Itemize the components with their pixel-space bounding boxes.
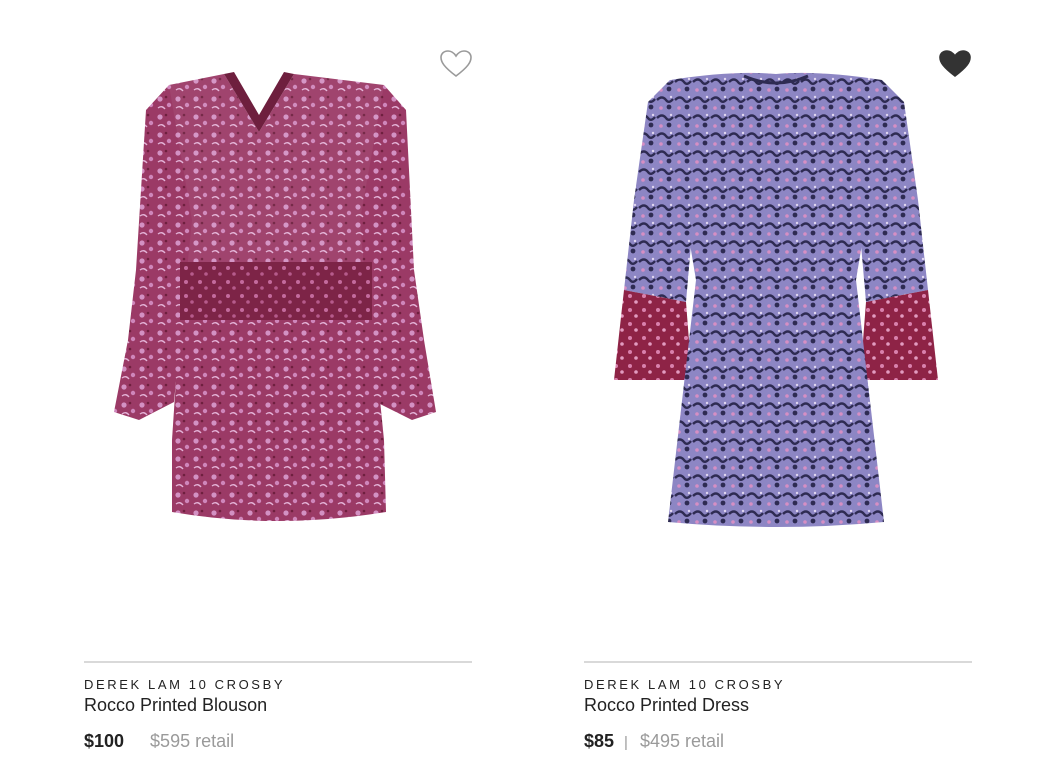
product-name[interactable]: Rocco Printed Dress: [584, 695, 749, 716]
rental-price: $85: [584, 731, 615, 751]
price-separator: |: [624, 734, 628, 751]
rental-price: $100: [84, 731, 125, 751]
product-image[interactable]: [584, 40, 972, 560]
retail-price: $595 retail: [150, 731, 235, 751]
product-card[interactable]: DEREK LAM 10 CROSBY Rocco Printed Blouso…: [64, 0, 484, 784]
product-image[interactable]: [84, 40, 472, 560]
brand-label[interactable]: DEREK LAM 10 CROSBY: [84, 677, 285, 692]
price-row: $100 $595 retail: [84, 731, 234, 752]
brand-label[interactable]: DEREK LAM 10 CROSBY: [584, 677, 785, 692]
divider: [584, 661, 972, 663]
favorite-button[interactable]: [436, 44, 476, 84]
product-card[interactable]: DEREK LAM 10 CROSBY Rocco Printed Dress …: [564, 0, 984, 784]
heart-filled-icon: [939, 50, 971, 78]
heart-outline-icon: [440, 50, 472, 78]
product-name[interactable]: Rocco Printed Blouson: [84, 695, 267, 716]
retail-price: $495 retail: [639, 731, 725, 751]
favorite-button[interactable]: [935, 44, 975, 84]
product-grid: DEREK LAM 10 CROSBY Rocco Printed Blouso…: [0, 0, 1054, 784]
price-row: $85 | $495 retail: [584, 731, 724, 752]
divider: [84, 661, 472, 663]
